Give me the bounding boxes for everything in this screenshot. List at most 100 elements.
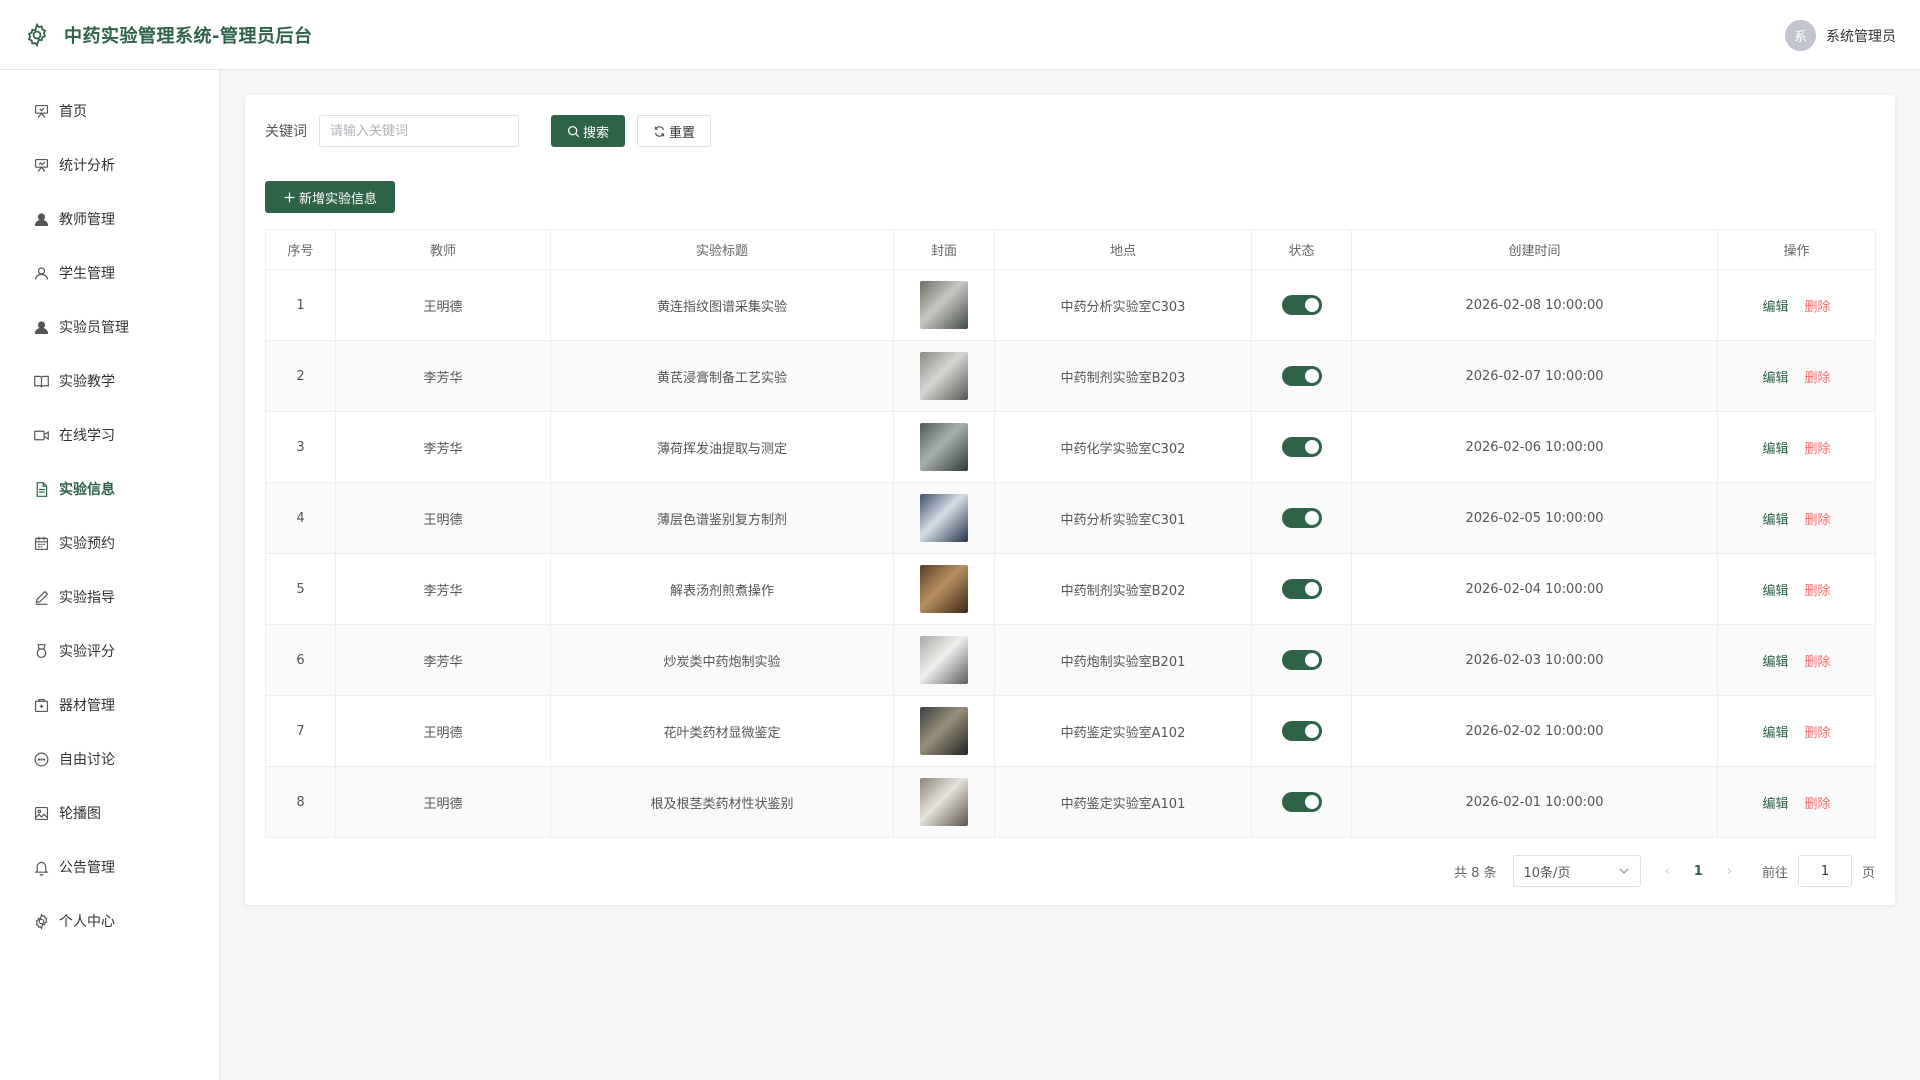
cover-image[interactable] [920, 281, 968, 329]
col-header-cover: 封面 [893, 229, 995, 270]
edit-button[interactable]: 编辑 [1762, 655, 1788, 670]
cell-index: 4 [265, 482, 336, 554]
user-menu[interactable]: 系 系统管理员 [1785, 20, 1896, 51]
chat-icon [34, 752, 49, 766]
cell-index: 8 [265, 766, 336, 838]
cell-created: 2026-02-02 10:00:00 [1351, 695, 1718, 767]
cell-status [1251, 269, 1352, 341]
cell-created: 2026-02-06 10:00:00 [1351, 411, 1718, 483]
cover-image[interactable] [920, 494, 968, 542]
sidebar-item-5[interactable]: 实验教学 [0, 354, 219, 408]
cell-actions: 编辑 删除 [1717, 624, 1876, 696]
add-experiment-button[interactable]: 新增实验信息 [265, 181, 395, 213]
edit-button[interactable]: 编辑 [1762, 797, 1788, 812]
table-header-row: 序号 教师 实验标题 封面 地点 状态 创建时间 操作 [265, 229, 1876, 270]
cell-cover [893, 482, 995, 554]
cell-index: 6 [265, 624, 336, 696]
box-icon [34, 698, 49, 712]
status-switch[interactable] [1281, 650, 1322, 670]
sidebar-item-15[interactable]: 个人中心 [0, 894, 219, 948]
status-switch[interactable] [1281, 508, 1322, 528]
next-page-button[interactable]: › [1727, 864, 1732, 879]
status-switch[interactable] [1281, 579, 1322, 599]
cell-cover [893, 269, 995, 341]
cell-status [1251, 411, 1352, 483]
table-row: 2 李芳华 黄芪浸膏制备工艺实验 中药制剂实验室B203 2026-02-07 10:0… [265, 340, 1876, 412]
sidebar-item-label: 在线学习 [59, 428, 115, 444]
page-number-current[interactable]: 1 [1694, 864, 1703, 879]
reset-button[interactable]: 重置 [637, 115, 711, 147]
sidebar-item-2[interactable]: 教师管理 [0, 192, 219, 246]
status-switch[interactable] [1281, 295, 1322, 315]
cover-image[interactable] [920, 778, 968, 826]
table-row: 1 王明德 黄连指纹图谱采集实验 中药分析实验室C303 2026-02-08 10:0… [265, 269, 1876, 341]
sidebar-item-3[interactable]: 学生管理 [0, 246, 219, 300]
edit-button[interactable]: 编辑 [1762, 584, 1788, 599]
delete-button[interactable]: 删除 [1805, 584, 1831, 599]
sidebar-item-7[interactable]: 实验信息 [0, 462, 219, 516]
cell-teacher: 李芳华 [335, 340, 551, 412]
refresh-icon [654, 125, 665, 137]
sidebar-item-9[interactable]: 实验指导 [0, 570, 219, 624]
status-switch[interactable] [1281, 437, 1322, 457]
search-input[interactable] [319, 115, 519, 147]
status-switch[interactable] [1281, 366, 1322, 386]
cover-image[interactable] [920, 636, 968, 684]
sidebar-item-6[interactable]: 在线学习 [0, 408, 219, 462]
user-name[interactable]: 系统管理员 [1826, 26, 1896, 46]
cell-location: 中药鉴定实验室A102 [994, 695, 1252, 767]
cell-title: 解表汤剂煎煮操作 [550, 553, 894, 625]
delete-button[interactable]: 删除 [1805, 797, 1831, 812]
status-switch[interactable] [1281, 792, 1322, 812]
gear-logo-icon [27, 22, 47, 48]
page-size-select[interactable]: 10条/页 [1512, 855, 1641, 887]
delete-button[interactable]: 删除 [1805, 371, 1831, 386]
search-button[interactable]: 搜索 [551, 115, 625, 147]
table-row: 3 李芳华 薄荷挥发油提取与测定 中药化学实验室C302 2026-02-06 10:0… [265, 411, 1876, 483]
avatar[interactable]: 系 [1785, 20, 1816, 51]
table-row: 6 李芳华 炒炭类中药炮制实验 中药炮制实验室B201 2026-02-03 10:00… [265, 624, 1876, 696]
sidebar-item-10[interactable]: 实验评分 [0, 624, 219, 678]
cell-actions: 编辑 删除 [1717, 411, 1876, 483]
delete-button[interactable]: 删除 [1805, 300, 1831, 315]
sidebar-item-0[interactable]: 首页 [0, 84, 219, 138]
cover-image[interactable] [920, 352, 968, 400]
delete-button[interactable]: 删除 [1805, 726, 1831, 741]
cover-image[interactable] [920, 565, 968, 613]
cell-status [1251, 695, 1352, 767]
prev-page-button[interactable]: ‹ [1665, 864, 1670, 879]
book-icon [34, 375, 49, 388]
cell-status [1251, 482, 1352, 554]
sidebar-item-8[interactable]: 实验预约 [0, 516, 219, 570]
status-switch[interactable] [1281, 721, 1322, 741]
pen-icon [35, 590, 49, 605]
cell-location: 中药制剂实验室B202 [994, 553, 1252, 625]
cover-image[interactable] [920, 423, 968, 471]
cell-cover [893, 624, 995, 696]
sidebar-item-14[interactable]: 公告管理 [0, 840, 219, 894]
sidebar-item-1[interactable]: 统计分析 [0, 138, 219, 192]
edit-button[interactable]: 编辑 [1762, 726, 1788, 741]
edit-button[interactable]: 编辑 [1762, 442, 1788, 457]
cell-actions: 编辑 删除 [1717, 766, 1876, 838]
cell-teacher: 王明德 [335, 766, 551, 838]
sidebar-item-4[interactable]: 实验员管理 [0, 300, 219, 354]
edit-button[interactable]: 编辑 [1762, 300, 1788, 315]
table-row: 5 李芳华 解表汤剂煎煮操作 中药制剂实验室B202 2026-02-04 10:00:… [265, 553, 1876, 625]
cell-cover [893, 553, 995, 625]
sidebar-item-13[interactable]: 轮播图 [0, 786, 219, 840]
sidebar-item-label: 实验员管理 [59, 320, 129, 336]
delete-button[interactable]: 删除 [1805, 655, 1831, 670]
sidebar-item-12[interactable]: 自由讨论 [0, 732, 219, 786]
cover-image[interactable] [920, 707, 968, 755]
sidebar-item-11[interactable]: 器材管理 [0, 678, 219, 732]
col-header-title: 实验标题 [550, 229, 894, 270]
cell-created: 2026-02-03 10:00:00 [1351, 624, 1718, 696]
delete-button[interactable]: 删除 [1805, 442, 1831, 457]
goto-page-input[interactable] [1797, 855, 1852, 887]
edit-button[interactable]: 编辑 [1762, 513, 1788, 528]
delete-button[interactable]: 删除 [1805, 513, 1831, 528]
sidebar-item-label: 实验信息 [59, 482, 115, 498]
edit-button[interactable]: 编辑 [1762, 371, 1788, 386]
table-row: 7 王明德 花叶类药材显微鉴定 中药鉴定实验室A102 2026-02-02 10:00… [265, 695, 1876, 767]
